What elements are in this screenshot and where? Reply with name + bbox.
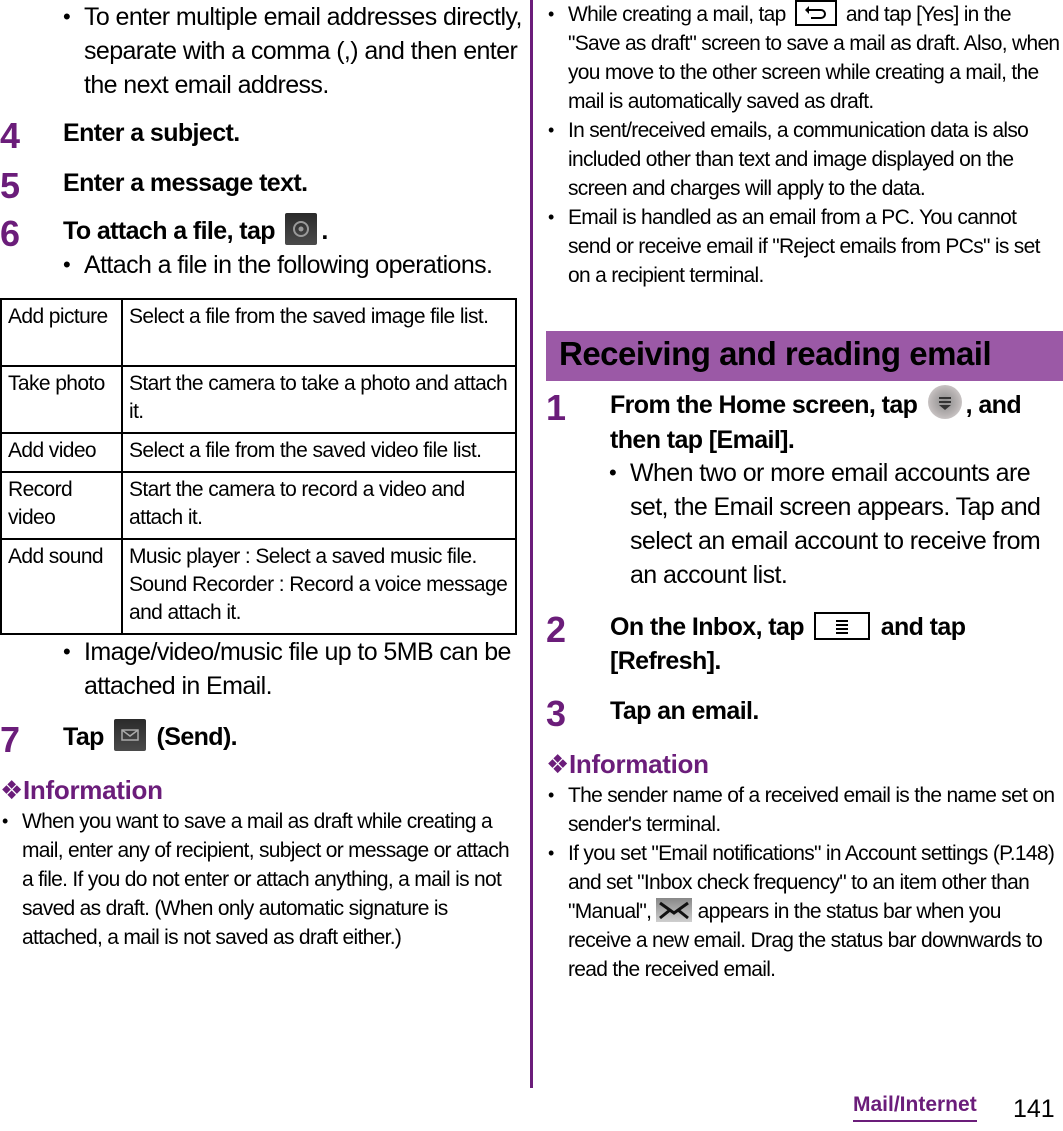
menu-key-icon (814, 612, 871, 641)
table-key: Take photo (0, 365, 123, 434)
step-text: Enter a message text. (63, 169, 308, 197)
step-3: 3 Tap an email. (546, 694, 1063, 732)
table-value: Start the camera to take a photo and att… (121, 365, 517, 434)
info-item: • When you want to save a mail as draft w… (0, 807, 520, 952)
step-1-note: • When two or more email accounts are se… (546, 456, 1060, 592)
info-item: • The sender name of a received email is … (546, 781, 1063, 839)
step-text-end: . (321, 217, 328, 245)
step-number: 6 (0, 213, 20, 254)
info-item: • While creating a mail, tap and tap [Ye… (546, 0, 1063, 116)
bullet-dot: • (63, 252, 71, 277)
attach-icon (285, 213, 318, 246)
info-item-text: Email is handled as an email from a PC. … (568, 206, 1040, 287)
info-section-left: ❖Information • When you want to save a ma… (0, 773, 520, 952)
table-key: Add video (0, 432, 123, 473)
bullet-dot: • (63, 639, 71, 664)
table-value: Start the camera to record a video and a… (121, 471, 517, 540)
info-item: • Email is handled as an email from a PC.… (546, 203, 1063, 290)
attach-options-table: Add picture Select a file from the saved… (0, 298, 517, 635)
info-list: • The sender name of a received email is … (546, 781, 1063, 984)
info-heading: ❖Information (0, 775, 163, 805)
table-row: Record video Start the camera to record … (0, 471, 517, 540)
music-player-label: Music player (129, 545, 240, 568)
step-text: On the Inbox, tap (610, 613, 805, 641)
size-note-text: Image/video/music file up to 5MB can be … (84, 638, 511, 700)
table-value: Select a file from the saved video file … (121, 432, 517, 473)
table-row: Take photo Start the camera to take a ph… (0, 365, 517, 434)
info-item-text: In sent/received emails, a communication… (568, 119, 1029, 200)
bullet-dot: • (2, 811, 8, 831)
table-row: Add picture Select a file from the saved… (0, 298, 517, 367)
step-6: 6 To attach a file, tap . (0, 213, 523, 252)
table-key: Add sound (0, 538, 123, 635)
step-number: 7 (0, 719, 20, 760)
new-email-status-icon (656, 898, 693, 923)
bullet-dot: • (548, 4, 554, 24)
intro-bullet: • To enter multiple email addresses dire… (0, 0, 524, 102)
step-text: From the Home screen, tap (610, 391, 918, 419)
info-item-text: While creating a mail, tap (568, 3, 786, 26)
step-number: 3 (546, 693, 566, 734)
info-item-text: When you want to save a mail as draft wh… (22, 810, 510, 949)
back-key-icon (794, 0, 837, 27)
sound-recorder-label: Sound Recorder (129, 573, 274, 596)
table-key: Record video (0, 471, 123, 540)
attach-note-text: Attach a file in the following operation… (84, 251, 493, 279)
step-text-end: (Send). (156, 723, 238, 751)
bullet-dot: • (63, 4, 71, 29)
info-item: • If you set "Email notifications" in Ac… (546, 839, 1063, 984)
table-row: Add sound Music player : Select a saved … (0, 538, 517, 635)
intro-bullet-text: To enter multiple email addresses direct… (84, 3, 522, 99)
table-key: Add picture (0, 298, 123, 367)
step-number: 2 (546, 609, 566, 650)
music-player-text: : Select a saved music file. (239, 545, 477, 568)
page-footer: Mail/Internet 141 (833, 1091, 1063, 1131)
step-4: 4 Enter a subject. (0, 116, 523, 154)
draft-info-list: • While creating a mail, tap and tap [Ye… (546, 0, 1063, 290)
table-value: Select a file from the saved image file … (121, 298, 517, 367)
send-icon (114, 719, 147, 752)
table-row: Add video Select a file from the saved v… (0, 432, 517, 473)
step-number: 1 (546, 387, 566, 428)
step-2: 2 On the Inbox, tap and tap [Refresh]. (546, 610, 1063, 678)
step-number: 5 (0, 165, 20, 206)
page-number: 141 (1013, 1095, 1055, 1123)
bullet-dot: • (548, 120, 554, 140)
step-text: Enter a subject. (63, 119, 240, 147)
bullet-dot: • (548, 843, 554, 863)
info-item: • In sent/received emails, a communicatio… (546, 116, 1063, 203)
info-heading: ❖Information (546, 749, 709, 779)
table-value: Music player : Select a saved music file… (121, 538, 517, 635)
info-list: • When you want to save a mail as draft w… (0, 807, 520, 952)
step-5: 5 Enter a message text. (0, 166, 523, 204)
size-note: • Image/video/music file up to 5MB can b… (0, 635, 524, 703)
step-note-text: When two or more email accounts are set,… (630, 459, 1041, 589)
step-text: To attach a file, tap (63, 217, 276, 245)
info-item-text: The sender name of a received email is t… (568, 784, 1055, 836)
app-drawer-icon (927, 385, 962, 420)
bullet-dot: • (548, 207, 554, 227)
bullet-dot: • (548, 785, 554, 805)
column-divider (530, 0, 533, 1088)
step-text: Tap an email. (610, 697, 759, 725)
bullet-dot: • (609, 460, 617, 485)
step-1: 1 From the Home screen, tap , and then t… (546, 385, 1063, 457)
section-heading: Receiving and reading email (546, 331, 1063, 381)
step-text: Tap (63, 723, 104, 751)
step-number: 4 (0, 115, 20, 156)
step-7: 7 Tap (Send). (0, 719, 523, 758)
footer-section-title: Mail/Internet (853, 1091, 977, 1122)
attach-note: • Attach a file in the following operati… (0, 248, 544, 282)
info-section-right: ❖Information • The sender name of a recei… (546, 747, 1063, 984)
